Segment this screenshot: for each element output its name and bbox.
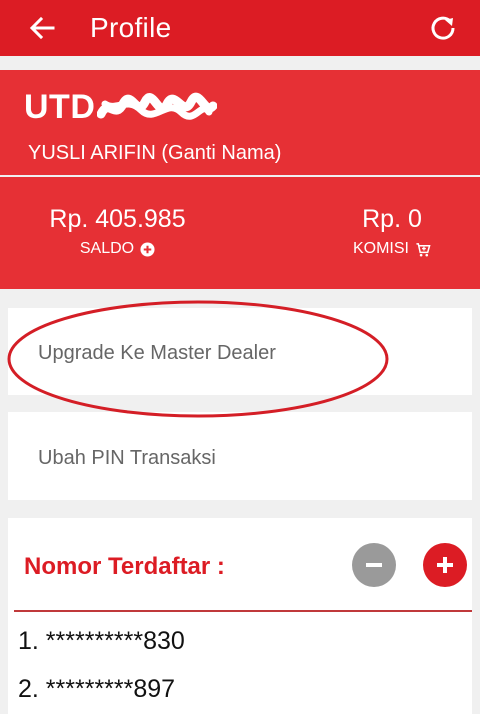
page-title: Profile [90,12,172,43]
plus-circle-icon[interactable] [140,241,155,257]
refresh-icon [431,16,455,40]
username-text: UTD [24,88,96,126]
add-number-button[interactable] [423,543,467,587]
plus-icon [437,557,453,573]
registered-title: Nomor Terdaftar : [24,553,225,580]
upgrade-label: Upgrade Ke Master Dealer [38,342,276,364]
remove-number-button[interactable] [352,543,396,587]
registered-number[interactable]: 2. *********897 [18,675,175,704]
back-button[interactable] [27,13,57,43]
saldo-label: SALDO [79,240,135,257]
balance-panel: Rp. 405.985 SALDO Rp. 0 KOMISI [0,177,480,289]
display-name-link[interactable]: YUSLI ARIFIN (Ganti Nama) [28,142,281,165]
komisi-section[interactable]: Rp. 0 KOMISI [350,205,434,258]
app-bar: Profile [0,0,480,56]
username: UTD [24,88,218,127]
minus-icon [366,563,382,567]
komisi-label: KOMISI [352,240,409,257]
profile-header: UTD YUSLI ARIFIN (Ganti Nama) [0,70,480,175]
registered-numbers-panel: Nomor Terdaftar : 1. **********830 2. **… [8,518,472,714]
redacted-scribble [97,92,218,120]
refresh-button[interactable] [428,13,458,43]
change-pin-label: Ubah PIN Transaksi [38,447,216,469]
saldo-section[interactable]: Rp. 405.985 SALDO [46,205,189,258]
saldo-amount: Rp. 405.985 [49,205,186,233]
registered-number[interactable]: 1. **********830 [18,627,185,656]
cart-icon[interactable] [415,242,431,257]
arrow-left-icon [29,16,55,40]
komisi-amount: Rp. 0 [362,205,422,233]
divider [14,610,472,612]
upgrade-master-dealer-item[interactable]: Upgrade Ke Master Dealer [8,308,472,395]
change-pin-item[interactable]: Ubah PIN Transaksi [8,412,472,500]
